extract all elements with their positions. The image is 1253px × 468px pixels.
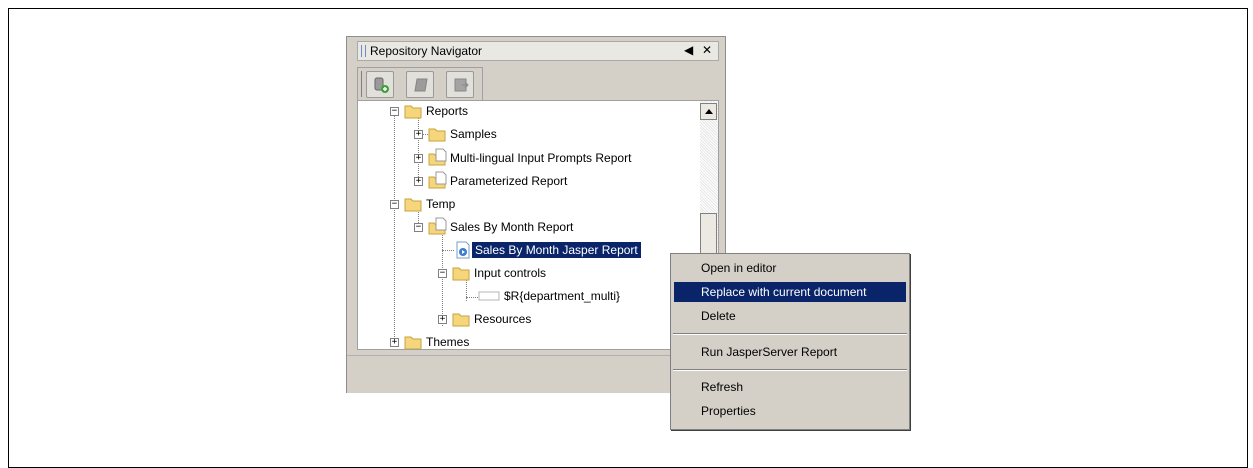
report-folder-icon bbox=[428, 217, 447, 235]
expand-toggle[interactable]: + bbox=[390, 338, 399, 347]
expand-toggle[interactable]: + bbox=[414, 177, 423, 186]
panel-title: Repository Navigator bbox=[370, 44, 483, 58]
menu-item-replace-with-current-document[interactable]: Replace with current document bbox=[674, 282, 906, 302]
menu-item-delete[interactable]: Delete bbox=[674, 306, 906, 326]
collapse-toggle[interactable]: − bbox=[414, 223, 423, 232]
tree-item-label: Resources bbox=[474, 312, 532, 326]
jrxml-file-icon bbox=[456, 241, 470, 259]
tree-item-label-selected: Sales By Month Jasper Report bbox=[472, 242, 641, 258]
tree-guide bbox=[466, 297, 478, 298]
tree-guide bbox=[442, 231, 443, 326]
export-icon bbox=[454, 78, 469, 92]
context-menu: Open in editor Replace with current docu… bbox=[670, 253, 910, 430]
repository-tree[interactable]: − Reports + Samples + Multi-lingual Inpu… bbox=[357, 100, 719, 350]
edit-icon bbox=[414, 78, 428, 92]
tree-item-label: Themes bbox=[426, 335, 470, 349]
tree-item-label: Input controls bbox=[474, 266, 547, 280]
tree-item-label: Samples bbox=[450, 127, 497, 141]
report-folder-icon bbox=[428, 171, 447, 189]
collapse-toggle[interactable]: − bbox=[390, 200, 399, 209]
menu-item-refresh[interactable]: Refresh bbox=[674, 377, 906, 397]
tree-guide bbox=[418, 115, 419, 185]
folder-icon bbox=[452, 267, 470, 281]
collapse-toggle[interactable]: − bbox=[390, 107, 399, 116]
collapse-toggle[interactable]: − bbox=[438, 269, 447, 278]
tree-guide bbox=[442, 250, 454, 251]
menu-item-label: Delete bbox=[701, 309, 736, 323]
tree-item-label: $R{department_multi} bbox=[504, 289, 621, 303]
expand-toggle[interactable]: + bbox=[414, 130, 423, 139]
menu-item-label: Refresh bbox=[701, 380, 744, 394]
export-button[interactable] bbox=[446, 71, 474, 98]
repository-navigator-panel: Repository Navigator ◀ ✕ − Reports + Sam… bbox=[346, 36, 726, 393]
tree-item-label: Parameterized Report bbox=[450, 174, 568, 188]
scroll-up-button[interactable] bbox=[700, 103, 717, 120]
menu-item-label: Replace with current document bbox=[701, 285, 867, 299]
tree-item-label: Multi-lingual Input Prompts Report bbox=[450, 151, 632, 165]
input-control-icon bbox=[478, 291, 500, 301]
panel-status-bar bbox=[347, 355, 725, 393]
expand-toggle[interactable]: + bbox=[414, 154, 423, 163]
expand-toggle[interactable]: + bbox=[438, 315, 447, 324]
tree-item-label: Sales By Month Report bbox=[450, 220, 574, 234]
folder-icon bbox=[404, 336, 422, 349]
panel-titlebar: Repository Navigator ◀ ✕ bbox=[357, 41, 719, 61]
menu-item-label: Open in editor bbox=[701, 261, 777, 275]
menu-item-label: Properties bbox=[701, 404, 756, 418]
folder-icon bbox=[404, 105, 422, 119]
panel-toolbar bbox=[357, 67, 483, 101]
toolbar-separator bbox=[361, 71, 362, 97]
add-repository-button[interactable] bbox=[366, 71, 394, 98]
tree-guide bbox=[394, 115, 395, 347]
folder-icon bbox=[404, 198, 422, 212]
menu-item-run-jasperserver-report[interactable]: Run JasperServer Report bbox=[674, 342, 906, 362]
menu-item-open-in-editor[interactable]: Open in editor bbox=[674, 258, 906, 278]
menu-item-label: Run JasperServer Report bbox=[701, 345, 838, 359]
database-add-icon bbox=[374, 77, 389, 93]
close-icon[interactable]: ✕ bbox=[702, 43, 712, 57]
drag-grip-icon[interactable] bbox=[361, 45, 366, 57]
folder-icon bbox=[452, 313, 470, 327]
menu-separator bbox=[673, 369, 907, 371]
tree-item-label: Temp bbox=[426, 197, 456, 211]
menu-item-properties[interactable]: Properties bbox=[674, 401, 906, 421]
menu-separator bbox=[673, 333, 907, 335]
folder-icon bbox=[428, 128, 446, 142]
pin-icon[interactable]: ◀ bbox=[684, 43, 693, 57]
tree-item-label: Reports bbox=[426, 104, 469, 118]
report-folder-icon bbox=[428, 148, 447, 166]
edit-button[interactable] bbox=[406, 71, 434, 98]
